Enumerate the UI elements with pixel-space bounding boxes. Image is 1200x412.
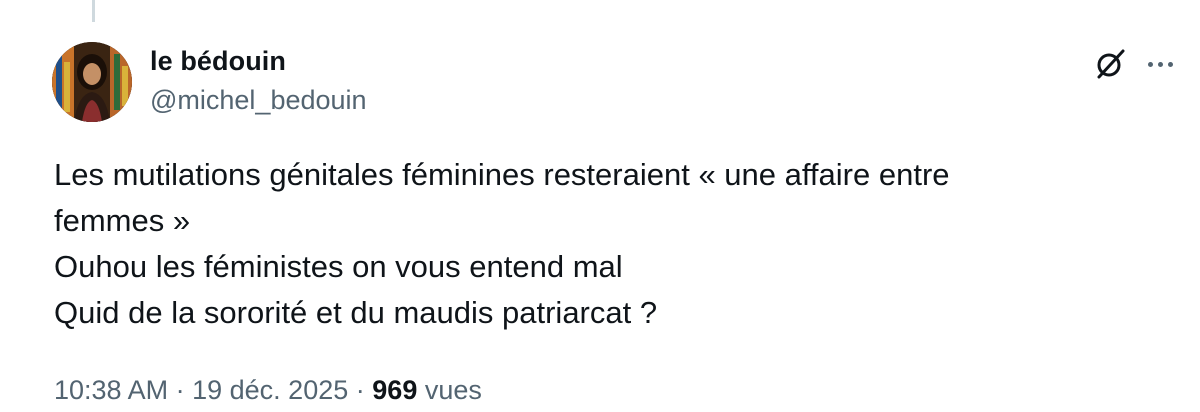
user-handle[interactable]: @michel_bedouin <box>150 83 367 117</box>
meta-separator: · <box>175 375 185 405</box>
thread-connector-line <box>92 0 95 22</box>
views-count: 969 <box>372 375 418 405</box>
tweet-text-line: Les mutilations génitales féminines rest… <box>54 157 950 192</box>
tweet-text-line: femmes » <box>54 203 191 238</box>
avatar-image <box>52 42 132 122</box>
avatar[interactable] <box>52 42 132 122</box>
user-info: le bédouin @michel_bedouin <box>150 44 367 117</box>
tweet-date[interactable]: 19 déc. 2025 <box>192 375 348 405</box>
more-options-icon[interactable] <box>1142 52 1178 76</box>
tweet-meta: 10:38 AM · 19 déc. 2025 · 969 vues <box>54 375 482 406</box>
tweet-time[interactable]: 10:38 AM <box>54 375 168 405</box>
meta-separator: · <box>355 375 365 405</box>
display-name[interactable]: le bédouin <box>150 44 367 78</box>
tweet-text: Les mutilations génitales féminines rest… <box>54 152 1154 336</box>
grok-icon[interactable] <box>1092 46 1128 82</box>
views-label: vues <box>424 375 482 405</box>
tweet-text-line: Ouhou les féministes on vous entend mal <box>54 249 623 284</box>
tweet-text-line: Quid de la sororité et du maudis patriar… <box>54 295 658 330</box>
